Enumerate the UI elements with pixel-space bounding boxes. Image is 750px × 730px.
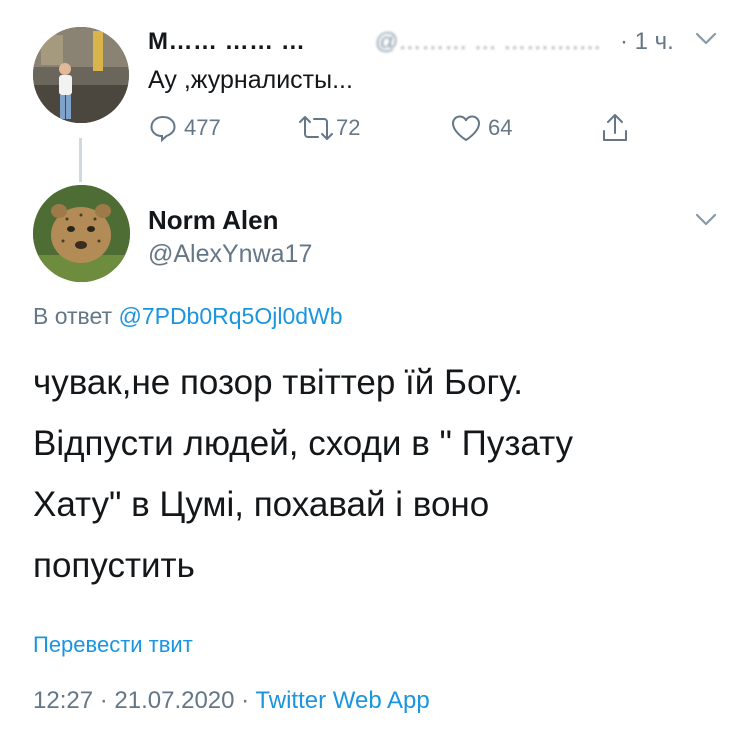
parent-caret-down-icon[interactable] — [694, 31, 718, 52]
translate-tweet-link[interactable]: Перевести твит — [33, 632, 193, 658]
main-author-handle[interactable]: @AlexYnwa17 — [148, 240, 312, 269]
parent-author-name[interactable]: М…… …… … — [148, 28, 305, 56]
main-caret-down-icon[interactable] — [694, 212, 718, 233]
main-avatar[interactable] — [33, 185, 130, 282]
reply-prefix: В ответ — [33, 303, 113, 329]
like-button[interactable]: 64 — [450, 112, 512, 144]
tweet-text-line: Відпусти людей, сходи в " Пузату — [33, 424, 573, 463]
parent-avatar-photo — [33, 27, 129, 123]
share-button[interactable] — [600, 112, 630, 144]
source-app-link[interactable]: Twitter Web App — [255, 687, 429, 714]
tweet-text-line: чувак,не позор твіттер їй Богу. — [33, 363, 523, 402]
tweet-text-line: попустить — [33, 546, 195, 585]
retweet-button[interactable]: 72 — [298, 112, 360, 144]
main-tweet-text: чувак,не позор твіттер їй Богу. Відпусти… — [33, 352, 713, 596]
heart-icon — [452, 115, 480, 141]
parent-tweet-text: Ау ,журналисты... — [148, 66, 353, 94]
retweet-icon — [299, 116, 333, 140]
like-count: 64 — [488, 115, 513, 140]
share-icon — [603, 114, 627, 141]
reply-button[interactable]: 477 — [148, 112, 221, 144]
main-author-name[interactable]: Norm Alen — [148, 205, 279, 236]
cheetah-cub-photo — [33, 185, 130, 282]
parent-timestamp[interactable]: · 1 ч. — [620, 28, 674, 56]
retweet-count: 72 — [336, 115, 361, 140]
tweet-meta: 12:27 · 21.07.2020 · Twitter Web App — [33, 687, 430, 715]
thread-connector-line — [79, 138, 82, 182]
reply-mention-link[interactable]: @7PDb0Rq5Ojl0dWb — [118, 303, 342, 329]
parent-author-handle[interactable]: @……… … ……….… — [375, 28, 602, 55]
parent-time-text: · 1 ч. — [620, 28, 674, 55]
reply-context: В ответ @7PDb0Rq5Ojl0dWb — [33, 303, 343, 330]
tweet-timestamp[interactable]: 12:27 · 21.07.2020 · — [33, 687, 255, 714]
reply-icon — [150, 115, 176, 143]
reply-count: 477 — [184, 115, 221, 140]
parent-avatar[interactable] — [33, 27, 129, 123]
tweet-text-line: Хату" в Цумі, похавай і воно — [33, 485, 490, 524]
